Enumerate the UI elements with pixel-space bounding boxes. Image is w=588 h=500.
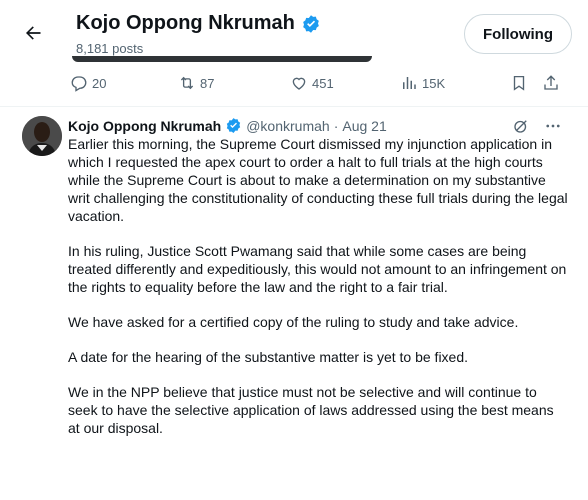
repost-icon (180, 76, 194, 90)
tweet-paragraph: A date for the hearing of the substantiv… (68, 349, 469, 365)
profile-header: Kojo Oppong Nkrumah 8,181 posts Followin… (0, 0, 588, 62)
share-action[interactable] (542, 74, 560, 92)
like-count: 451 (312, 75, 334, 91)
share-icon (544, 75, 558, 90)
arrow-left-icon (26, 26, 41, 40)
reply-icon (71, 76, 87, 92)
tweet-header: Kojo Oppong Nkrumah @konkrumah · Aug 21 (68, 117, 387, 134)
avatar[interactable] (22, 116, 62, 156)
grok-icon (514, 120, 527, 133)
heart-icon (292, 77, 306, 90)
profile-name: Kojo Oppong Nkrumah (76, 12, 321, 35)
reply-count: 20 (92, 75, 107, 91)
repost-action[interactable]: 87 (178, 74, 214, 92)
tweet-text: Earlier this morning, the Supreme Court … (68, 135, 568, 437)
profile-name-text: Kojo Oppong Nkrumah (76, 12, 295, 34)
views-chart-icon (403, 77, 416, 89)
post-action-bar: 20 87 451 15K (60, 68, 558, 102)
tweet-handle[interactable]: @konkrumah (246, 118, 329, 134)
post-count: 8,181 posts (76, 41, 144, 56)
tweet-author-name[interactable]: Kojo Oppong Nkrumah (68, 118, 221, 134)
back-button[interactable] (20, 20, 46, 46)
verified-badge-icon (301, 14, 321, 34)
verified-badge-icon (225, 117, 242, 134)
reply-action[interactable]: 20 (70, 74, 106, 92)
like-action[interactable]: 451 (290, 74, 334, 92)
views-action[interactable]: 15K (400, 74, 445, 92)
tweet-date[interactable]: Aug 21 (342, 118, 386, 134)
tweet-paragraph: We have asked for a certified copy of th… (68, 314, 519, 330)
meta-separator: · (333, 117, 339, 134)
tweet-paragraph: Earlier this morning, the Supreme Court … (68, 136, 568, 224)
tweet[interactable]: Kojo Oppong Nkrumah @konkrumah · Aug 21 (0, 107, 588, 500)
more-dots-icon (546, 124, 560, 128)
bookmark-icon (513, 75, 525, 91)
media-preview-edge (72, 56, 372, 62)
repost-count: 87 (200, 75, 215, 91)
tweet-paragraph: We in the NPP believe that justice must … (68, 384, 554, 436)
view-count: 15K (422, 75, 446, 91)
tweet-paragraph: In his ruling, Justice Scott Pwamang sai… (68, 243, 567, 295)
bookmark-action[interactable] (510, 74, 528, 92)
following-button[interactable]: Following (464, 14, 572, 54)
